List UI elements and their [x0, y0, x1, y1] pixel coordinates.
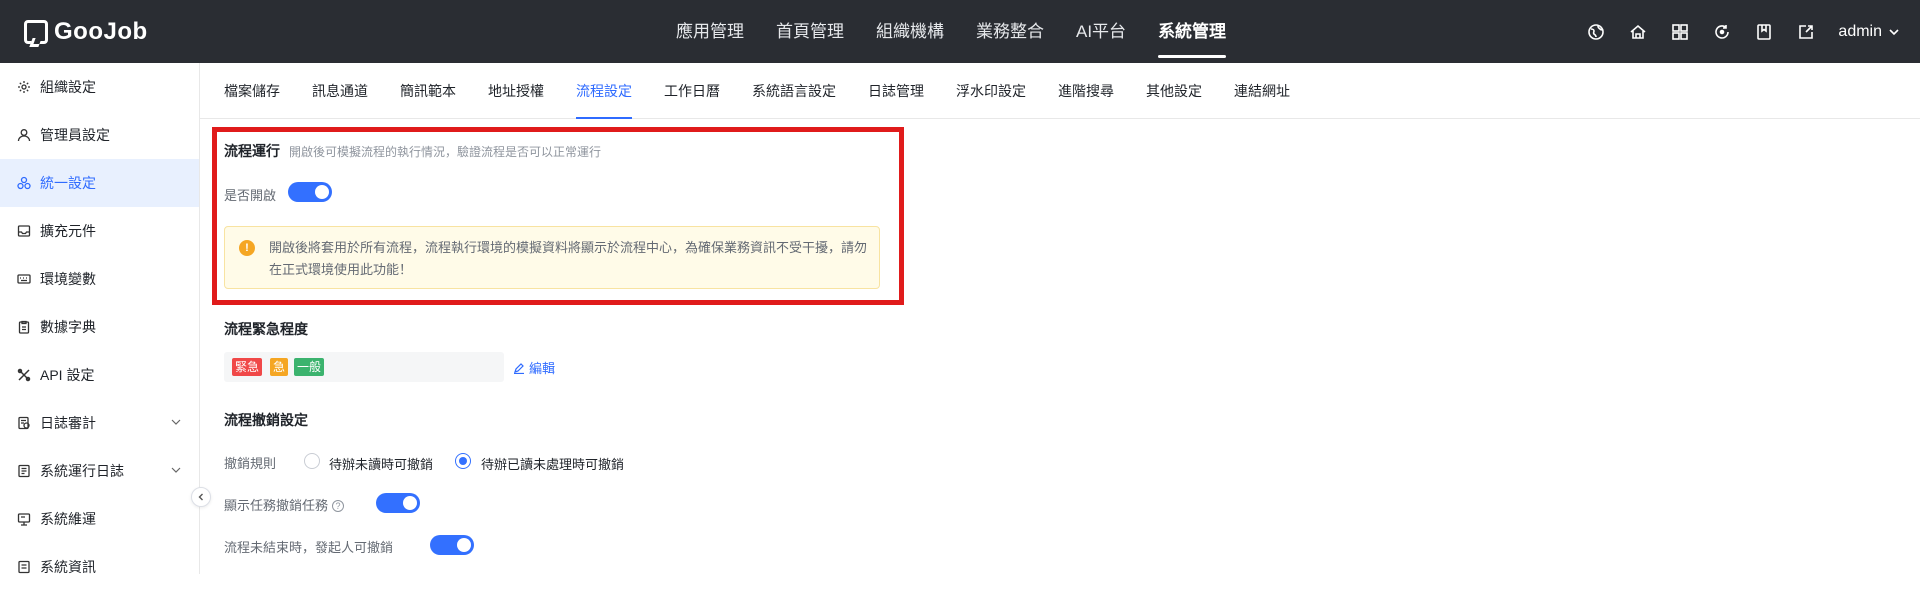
show-revoke-task-toggle[interactable]	[376, 493, 420, 513]
sidebar-item-label: 擴充元件	[40, 223, 96, 239]
sidebar-item-log-audit[interactable]: 日誌審計	[0, 399, 199, 447]
sidebar-item-label: 統一設定	[40, 175, 96, 191]
sidebar-collapse-button[interactable]	[191, 487, 211, 507]
revoke-title: 流程撤銷設定	[224, 412, 308, 428]
gear-icon	[16, 79, 32, 95]
keyboard-icon	[16, 271, 32, 287]
sidebar-item-label: 系統維運	[40, 511, 96, 527]
topnav-organization[interactable]: 組織機構	[860, 0, 960, 63]
maintenance-icon	[16, 511, 32, 527]
sidebar: 組織設定 管理員設定 統一設定 擴充元件 環境變數 數據字典 API 設定 日誌…	[0, 63, 200, 575]
info-icon	[16, 559, 32, 575]
sidebar-item-admin-settings[interactable]: 管理員設定	[0, 111, 199, 159]
sidebar-item-label: 管理員設定	[40, 127, 110, 143]
tab-file-storage[interactable]: 檔案儲存	[224, 63, 280, 119]
sidebar-item-env-variables[interactable]: 環境變數	[0, 255, 199, 303]
tab-other-settings[interactable]: 其他設定	[1146, 63, 1202, 119]
sidebar-item-label: 系統運行日誌	[40, 463, 124, 479]
sidebar-item-unified-settings[interactable]: 統一設定	[0, 159, 199, 207]
topnav-home-management[interactable]: 首頁管理	[760, 0, 860, 63]
app-logo[interactable]: GooJob	[24, 18, 148, 46]
top-nav: 應用管理 首頁管理 組織機構 業務整合 AI平台 系統管理	[660, 0, 1242, 63]
help-icon[interactable]: ?	[332, 500, 345, 512]
initiator-revoke-label: 流程未結束時，發起人可撤銷	[224, 540, 394, 555]
radio-unread-revoke[interactable]	[304, 453, 320, 469]
show-revoke-task-label: 顯示任務撤銷任務?	[224, 495, 345, 514]
sidebar-item-system-info[interactable]: 系統資訊	[0, 543, 199, 591]
urgency-edit-link[interactable]: 編輯	[513, 358, 555, 377]
revoke-rule-label: 撤銷規則	[224, 456, 277, 471]
sidebar-item-label: 組織設定	[40, 79, 96, 95]
settings-cluster-icon	[16, 175, 32, 191]
sidebar-item-label: 日誌審計	[40, 415, 96, 431]
tag-urgent: 緊急	[232, 358, 263, 376]
sidebar-item-system-maintenance[interactable]: 系統維運	[0, 495, 199, 543]
topnav-ai-platform[interactable]: AI平台	[1060, 0, 1142, 63]
chevron-down-icon	[171, 467, 181, 473]
tag-rush: 急	[270, 358, 289, 376]
chevron-down-icon	[1889, 28, 1899, 35]
tab-link-url[interactable]: 連結網址	[1234, 63, 1290, 119]
sidebar-item-label: 系統資訊	[40, 559, 96, 575]
tab-log-management[interactable]: 日誌管理	[868, 63, 924, 119]
edit-label: 編輯	[529, 361, 556, 376]
globe-icon[interactable]	[1586, 22, 1606, 42]
log-icon	[16, 463, 32, 479]
highlight-box	[212, 127, 904, 305]
top-bar: GooJob 應用管理 首頁管理 組織機構 業務整合 AI平台 系統管理 adm…	[0, 0, 1920, 63]
logo-text: GooJob	[54, 18, 148, 45]
chevron-left-icon	[198, 493, 203, 501]
sidebar-item-extensions[interactable]: 擴充元件	[0, 207, 199, 255]
sidebar-item-system-run-log[interactable]: 系統運行日誌	[0, 447, 199, 495]
inbox-icon	[16, 223, 32, 239]
urgency-tag-box: 緊急 急 一般	[224, 352, 504, 382]
radio-read-unprocessed-revoke-label: 待辦已讀未處理時可撤銷	[481, 457, 625, 472]
tools-icon	[16, 367, 32, 383]
tab-sms-template[interactable]: 簡訊範本	[400, 63, 456, 119]
user-menu[interactable]: admin	[1838, 23, 1900, 41]
sidebar-item-org-settings[interactable]: 組織設定	[0, 63, 199, 111]
topnav-business-integration[interactable]: 業務整合	[960, 0, 1060, 63]
user-name: admin	[1838, 22, 1882, 40]
top-icons: admin	[1586, 0, 1900, 63]
tab-advanced-search[interactable]: 進階搜尋	[1058, 63, 1114, 119]
show-revoke-task-text: 顯示任務撤銷任務	[224, 498, 329, 513]
logo-icon	[24, 20, 48, 44]
home-icon[interactable]	[1628, 22, 1648, 42]
sidebar-item-label: 數據字典	[40, 319, 96, 335]
settings-tabs: 檔案儲存 訊息通道 簡訊範本 地址授權 流程設定 工作日曆 系統語言設定 日誌管…	[200, 63, 1920, 119]
initiator-revoke-toggle[interactable]	[430, 535, 474, 555]
radio-read-unprocessed-revoke[interactable]	[455, 453, 471, 469]
sidebar-item-label: 環境變數	[40, 271, 96, 287]
tab-address-auth[interactable]: 地址授權	[488, 63, 544, 119]
edit-icon	[514, 362, 524, 374]
tab-system-language[interactable]: 系統語言設定	[752, 63, 836, 119]
topnav-system-management[interactable]: 系統管理	[1142, 0, 1242, 63]
clipboard-icon	[16, 319, 32, 335]
radio-unread-revoke-label: 待辦未讀時可撤銷	[329, 457, 434, 472]
sidebar-item-api-settings[interactable]: API 設定	[0, 351, 199, 399]
export-icon[interactable]	[1796, 22, 1816, 42]
refresh-icon[interactable]	[1712, 22, 1732, 42]
topnav-app-management[interactable]: 應用管理	[660, 0, 760, 63]
audit-icon	[16, 415, 32, 431]
tab-message-channel[interactable]: 訊息通道	[312, 63, 368, 119]
grid-icon[interactable]	[1670, 22, 1690, 42]
sidebar-item-data-dictionary[interactable]: 數據字典	[0, 303, 199, 351]
urgency-title: 流程緊急程度	[224, 321, 308, 337]
tab-work-calendar[interactable]: 工作日曆	[664, 63, 720, 119]
tag-normal: 一般	[294, 358, 325, 376]
tab-flow-settings[interactable]: 流程設定	[576, 63, 632, 119]
book-icon[interactable]	[1754, 22, 1774, 42]
tab-watermark[interactable]: 浮水印設定	[956, 63, 1026, 119]
user-icon	[16, 127, 32, 143]
chevron-down-icon	[171, 419, 181, 425]
sidebar-item-label: API 設定	[40, 367, 95, 383]
